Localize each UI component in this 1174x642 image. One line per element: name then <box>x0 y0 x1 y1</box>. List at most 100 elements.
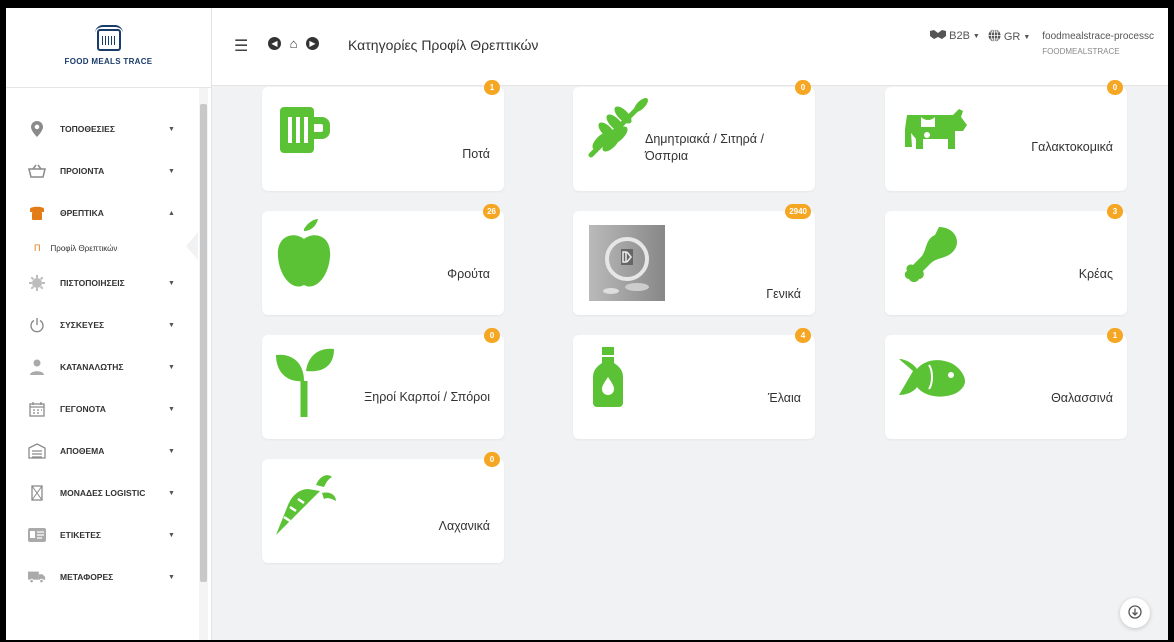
chevron-down-icon: ▼ <box>168 363 175 371</box>
count-badge: 3 <box>1107 204 1123 219</box>
oil-bottle-icon <box>593 347 623 412</box>
sidebar-item-label: ΓΕΓΟΝΟΤΑ <box>60 404 106 414</box>
sidebar-item-events[interactable]: ΓΕΓΟΝΟΤΑ ▼ <box>6 388 211 430</box>
category-label: Κρέας <box>1078 267 1113 281</box>
category-card-nuts-seeds[interactable]: 0 Ξηροί Καρποί / Σπόροι <box>262 328 504 439</box>
sidebar-scrollbar[interactable] <box>199 88 208 640</box>
sidebar-item-label: ΜΟΝΑΔΕΣ LOGISTIC <box>60 488 146 498</box>
category-card-drinks[interactable]: 1 Ποτά <box>262 80 504 191</box>
power-icon <box>28 316 46 334</box>
cow-icon <box>899 105 971 158</box>
sidebar-menu: ΤΟΠΟΘΕΣΙΕΣ ▼ ΠΡΟΙΟΝΤΑ ▼ ΘΡΕΠΤΙΚΑ ▲ Π Προ… <box>6 88 211 598</box>
globe-icon <box>988 29 1001 45</box>
barcode-basket-icon <box>94 25 123 51</box>
category-label: Έλαια <box>767 391 801 405</box>
apple-icon <box>276 219 332 294</box>
sidebar-item-stock[interactable]: ΑΠΟΘΕΜΑ ▼ <box>6 430 211 472</box>
active-indicator-arrow <box>186 232 198 260</box>
count-badge: 26 <box>483 204 500 219</box>
submenu-label: Προφίλ Θρεπτικών <box>50 243 118 253</box>
count-badge: 0 <box>795 80 811 95</box>
fish-icon <box>899 355 965 404</box>
category-card-oils[interactable]: 4 Έλαια <box>573 328 815 439</box>
chevron-down-icon: ▼ <box>168 447 175 455</box>
logo-text: FOOD MEALS TRACE <box>64 57 153 66</box>
sidebar-item-logistic-units[interactable]: ΜΟΝΑΔΕΣ LOGISTIC ▼ <box>6 472 211 514</box>
warehouse-icon <box>28 442 46 460</box>
category-label: Φρούτα <box>447 267 490 281</box>
sidebar-item-label: ΠΙΣΤΟΠΟΙΗΣΕΙΣ <box>60 278 125 288</box>
scroll-down-button[interactable] <box>1120 598 1150 628</box>
sidebar-item-label: ΕΤΙΚΕΤΕΣ <box>60 530 101 540</box>
sidebar-item-transports[interactable]: ΜΕΤΑΦΟΡΕΣ ▼ <box>6 556 211 598</box>
b2b-dropdown[interactable]: B2B ▼ <box>930 29 980 43</box>
user-menu[interactable]: foodmealstrace-processc FOODMEALSTRACE <box>1042 29 1154 59</box>
mug-icon <box>276 101 336 166</box>
sidebar: FOOD MEALS TRACE ΤΟΠΟΘΕΣΙΕΣ ▼ ΠΡΟΙΟΝΤΑ ▼ <box>6 8 212 640</box>
category-card-general[interactable]: 2940 Γενικά <box>573 204 815 315</box>
sidebar-item-products[interactable]: ΠΡΟΙΟΝΤΑ ▼ <box>6 150 211 192</box>
chevron-down-icon: ▼ <box>168 489 175 497</box>
category-card-fruits[interactable]: 26 Φρούτα <box>262 204 504 315</box>
category-card-seafood[interactable]: 1 Θαλασσινά <box>885 328 1127 439</box>
hourglass-icon <box>28 484 46 502</box>
category-label: Ξηροί Καρποί / Σπόροι <box>364 390 490 404</box>
home-icon[interactable]: ⌂ <box>287 36 300 51</box>
category-label: Λαχανικά <box>438 519 490 533</box>
sidebar-item-label: ΣΥΣΚΕΥΕΣ <box>60 320 105 330</box>
topbar: ☰ ◀ ⌂ ▶ Κατηγορίες Προφίλ Θρεπτικών B2B … <box>212 8 1168 86</box>
count-badge: 1 <box>484 80 500 95</box>
count-badge: 2940 <box>785 204 811 219</box>
sidebar-item-label: ΚΑΤΑΝΑΛΩΤΗΣ <box>60 362 124 372</box>
app-frame: FOOD MEALS TRACE ΤΟΠΟΘΕΣΙΕΣ ▼ ΠΡΟΙΟΝΤΑ ▼ <box>6 8 1168 640</box>
language-dropdown[interactable]: GR ▼ <box>988 29 1030 45</box>
map-pin-icon <box>28 120 46 138</box>
sidebar-item-consumer[interactable]: ΚΑΤΑΝΑΛΩΤΗΣ ▼ <box>6 346 211 388</box>
sidebar-item-label: ΑΠΟΘΕΜΑ <box>60 446 105 456</box>
sidebar-item-label: ΠΡΟΙΟΝΤΑ <box>60 166 105 176</box>
category-card-dairy[interactable]: 0 Γαλακτοκομικά <box>885 80 1127 191</box>
id-card-icon <box>28 526 46 544</box>
sidebar-scroll-thumb[interactable] <box>200 104 207 582</box>
category-label: Δημητριακά / Σιτηρά / Όσπρια <box>645 132 764 163</box>
submenu-bullet: Π <box>34 243 41 253</box>
sidebar-item-nutrition[interactable]: ΘΡΕΠΤΙΚΑ ▲ <box>6 192 211 234</box>
caret-down-icon: ▼ <box>972 32 980 40</box>
user-icon <box>28 358 46 376</box>
forward-icon[interactable]: ▶ <box>306 37 319 50</box>
general-image-icon <box>589 225 665 306</box>
category-label: Γενικά <box>766 287 801 301</box>
category-label: Ποτά <box>462 147 490 161</box>
chevron-down-icon: ▼ <box>168 279 175 287</box>
back-icon[interactable]: ◀ <box>268 37 281 50</box>
category-card-cereals[interactable]: 0 Δημητριακά / Σιτηρά / Όσπρια <box>573 80 815 191</box>
count-badge: 0 <box>484 452 500 467</box>
count-badge: 4 <box>795 328 811 343</box>
sidebar-item-label: ΜΕΤΑΦΟΡΕΣ <box>60 572 114 582</box>
chevron-up-icon: ▲ <box>168 209 175 217</box>
b2b-label: B2B <box>949 30 970 42</box>
sidebar-item-devices[interactable]: ΣΥΣΚΕΥΕΣ ▼ <box>6 304 211 346</box>
sidebar-item-locations[interactable]: ΤΟΠΟΘΕΣΙΕΣ ▼ <box>6 108 211 150</box>
calendar-icon <box>28 400 46 418</box>
category-card-vegetables[interactable]: 0 Λαχανικά <box>262 452 504 563</box>
certificate-icon <box>28 274 46 292</box>
sidebar-item-label: ΤΟΠΟΘΕΣΙΕΣ <box>60 124 115 134</box>
truck-icon <box>28 568 46 586</box>
sidebar-item-certifications[interactable]: ΠΙΣΤΟΠΟΙΗΣΕΙΣ ▼ <box>6 262 211 304</box>
category-card-meat[interactable]: 3 Κρέας <box>885 204 1127 315</box>
sidebar-item-labels[interactable]: ΕΤΙΚΕΤΕΣ ▼ <box>6 514 211 556</box>
sidebar-subitem-nutrition-profiles[interactable]: Π Προφίλ Θρεπτικών <box>6 234 211 262</box>
sprout-icon <box>276 347 336 422</box>
logo[interactable]: FOOD MEALS TRACE <box>6 8 211 88</box>
count-badge: 1 <box>1107 328 1123 343</box>
arrow-down-circle-icon <box>1128 604 1142 622</box>
basket-icon <box>28 162 46 180</box>
nav-icons: ◀ ⌂ ▶ <box>268 36 319 51</box>
hamburger-menu-icon[interactable]: ☰ <box>234 36 248 56</box>
chevron-down-icon: ▼ <box>168 405 175 413</box>
user-name: foodmealstrace-processc <box>1042 31 1154 42</box>
page-title: Κατηγορίες Προφίλ Θρεπτικών <box>348 37 539 53</box>
category-label: Θαλασσινά <box>1051 391 1113 405</box>
count-badge: 0 <box>1107 80 1123 95</box>
